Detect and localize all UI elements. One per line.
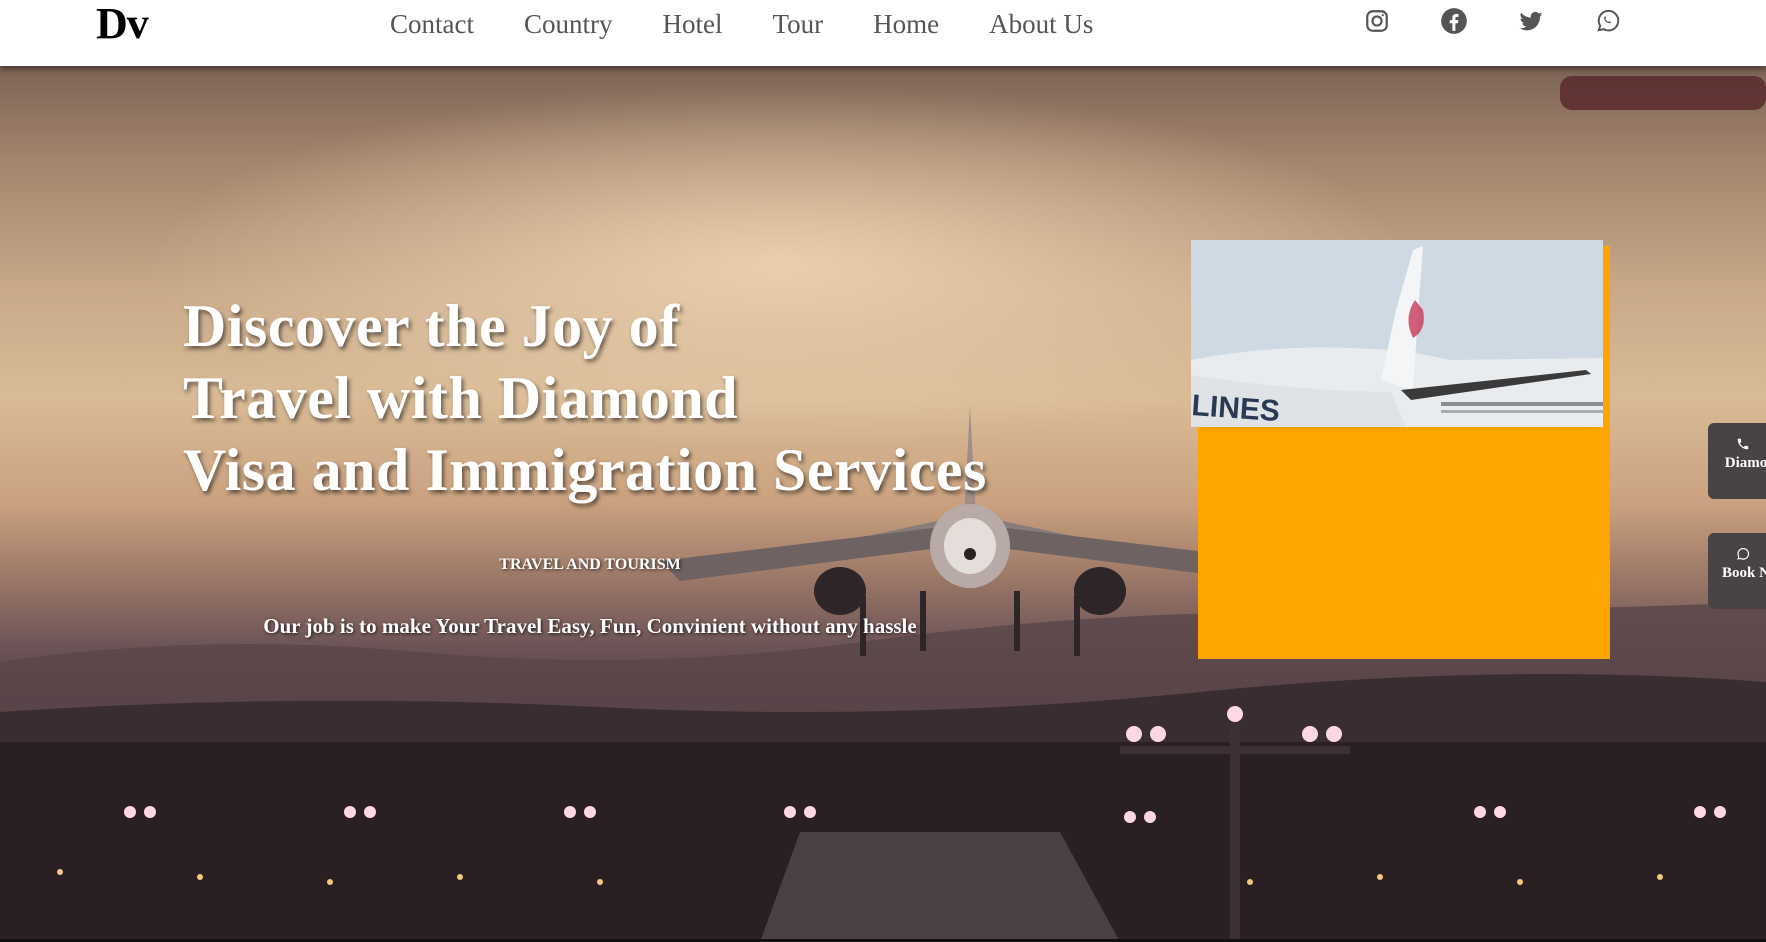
book-now-label: Book N xyxy=(1722,565,1766,581)
hero-title-line-3: Visa and Immigration Services xyxy=(183,437,987,503)
nav-hotel[interactable]: Hotel xyxy=(638,6,748,42)
site-logo[interactable]: Dv xyxy=(96,0,149,48)
airplane-livery-text: LINES xyxy=(1191,389,1281,427)
hero-title-line-2: Travel with Diamond xyxy=(183,365,739,431)
book-now-button[interactable]: Book N xyxy=(1708,533,1766,609)
hero-top-right-object xyxy=(1560,76,1766,110)
hero-light-tower xyxy=(1120,706,1350,942)
facebook-icon[interactable] xyxy=(1439,6,1469,36)
site-header: Dv Contact Country Hotel Tour Home About… xyxy=(0,0,1766,66)
hero-subtitle: Our job is to make Your Travel Easy, Fun… xyxy=(263,614,917,638)
hero-title-line-1: Discover the Joy of xyxy=(183,293,680,359)
hero-tagline: TRAVEL AND TOURISM xyxy=(499,556,681,573)
nav-tour[interactable]: Tour xyxy=(748,6,849,42)
feature-card-image[interactable]: LINES xyxy=(1191,240,1603,427)
hero-title: Discover the Joy of Travel with Diamond … xyxy=(183,290,987,506)
nav-contact[interactable]: Contact xyxy=(390,6,499,42)
nav-country[interactable]: Country xyxy=(499,6,638,42)
social-links xyxy=(1362,6,1670,36)
whatsapp-icon xyxy=(1708,547,1766,565)
nav-about-us[interactable]: About Us xyxy=(964,6,1118,42)
instagram-icon[interactable] xyxy=(1362,6,1392,36)
runway-lights xyxy=(0,742,1766,942)
hero-section: Discover the Joy of Travel with Diamond … xyxy=(0,66,1766,942)
whatsapp-icon[interactable] xyxy=(1593,6,1623,36)
call-button[interactable]: Diamo xyxy=(1708,423,1766,499)
airplane-tail-image: LINES xyxy=(1191,240,1603,427)
call-button-label: Diamo xyxy=(1724,455,1766,471)
nav-home[interactable]: Home xyxy=(848,6,964,42)
main-nav: Contact Country Hotel Tour Home About Us xyxy=(390,6,1118,42)
phone-icon xyxy=(1708,437,1766,455)
twitter-icon[interactable] xyxy=(1516,6,1546,36)
